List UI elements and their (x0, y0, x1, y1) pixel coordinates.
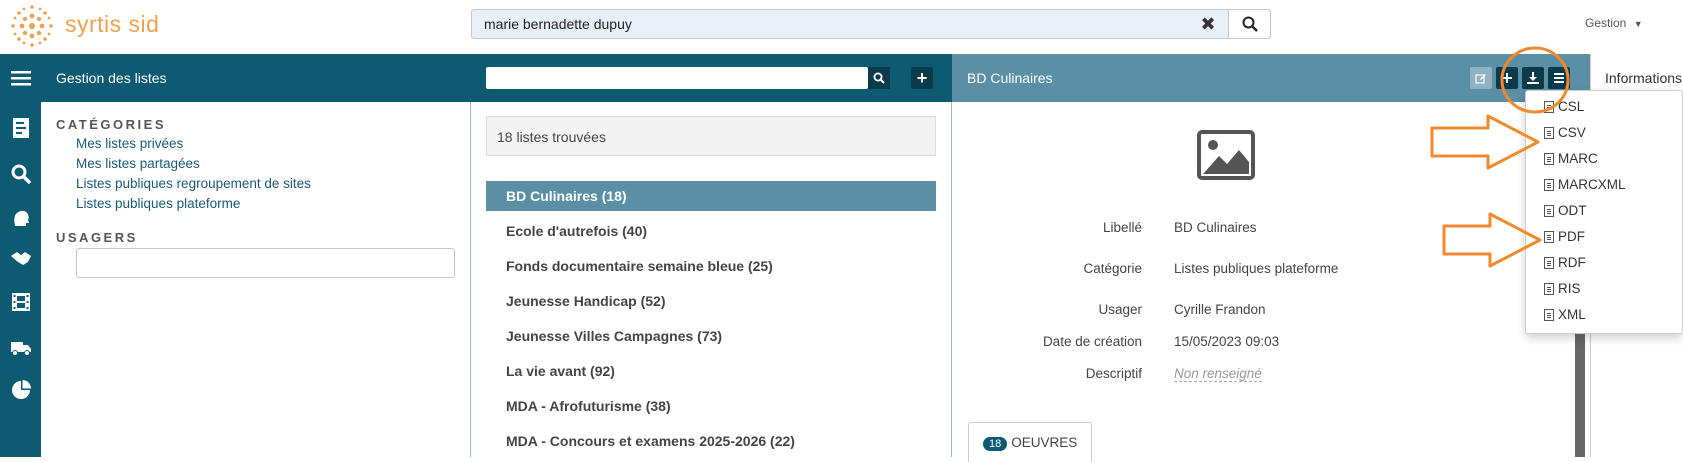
list-item[interactable]: La vie avant (92) (486, 356, 936, 386)
category-link-shared[interactable]: Mes listes partagées (76, 156, 200, 171)
list-search-header: + (471, 54, 952, 102)
syrtis-logo-icon[interactable] (6, 2, 58, 50)
add-list-button[interactable]: + (911, 67, 933, 89)
document-icon (1544, 178, 1554, 191)
export-option-label: CSL (1558, 99, 1585, 114)
left-panel-header: Gestion des listes (41, 54, 471, 102)
category-link-private[interactable]: Mes listes privées (76, 136, 183, 151)
list-icon (1554, 73, 1564, 83)
clear-search-icon[interactable]: ✖ (1188, 10, 1228, 38)
export-option-label: CSV (1558, 125, 1586, 140)
export-format-menu: CSL CSV MARC MARCXML ODT PDF RDF RIS XML (1525, 90, 1683, 334)
export-option-label: MARCXML (1558, 177, 1626, 192)
field-value-descriptif[interactable]: Non renseigné (1174, 366, 1262, 382)
field-value-categorie: Listes publiques plateforme (1174, 261, 1339, 276)
search-button[interactable] (1228, 10, 1270, 38)
truck-icon[interactable] (0, 330, 41, 366)
field-label-libelle: Libellé (1102, 220, 1142, 235)
export-option-label: ODT (1558, 203, 1587, 218)
top-bar: syrtis sid ✖ Gestion ▼ (0, 0, 1683, 54)
hamburger-menu-icon[interactable] (0, 54, 41, 102)
list-item[interactable]: Jeunesse Villes Campagnes (73) (486, 321, 936, 351)
export-option-marcxml[interactable]: MARCXML (1544, 177, 1626, 192)
document-icon (1544, 204, 1554, 217)
search-icon (1242, 16, 1258, 32)
document-icon (1544, 152, 1554, 165)
image-placeholder-icon (1197, 130, 1255, 180)
list-menu-button[interactable] (1548, 67, 1570, 89)
export-option-marc[interactable]: MARC (1544, 151, 1598, 166)
field-label-descriptif: Descriptif (1085, 366, 1142, 381)
detail-panel: Libellé BD Culinaires Catégorie Listes p… (952, 102, 1592, 462)
edit-icon (1475, 74, 1486, 84)
document-icon (1544, 100, 1554, 113)
list-search-input[interactable] (486, 67, 868, 89)
export-option-pdf[interactable]: PDF (1544, 229, 1585, 244)
field-label-usager: Usager (1098, 302, 1142, 317)
results-count: 18 listes trouvées (486, 116, 936, 156)
category-link-site-group[interactable]: Listes publiques regroupement de sites (76, 176, 311, 191)
field-value-date: 15/05/2023 09:03 (1174, 334, 1280, 349)
oeuvres-label: OEUVRES (1011, 435, 1078, 450)
detail-title: BD Culinaires (967, 70, 1053, 86)
export-option-label: MARC (1558, 151, 1598, 166)
usagers-input[interactable] (76, 248, 455, 278)
export-option-label: XML (1558, 307, 1586, 322)
user-head-icon[interactable] (0, 200, 41, 236)
export-option-odt[interactable]: ODT (1544, 203, 1587, 218)
list-item[interactable]: Ecole d'autrefois (40) (486, 216, 936, 246)
export-option-csv[interactable]: CSV (1544, 125, 1586, 140)
list-panel: 18 listes trouvées BD Culinaires (18) Ec… (471, 102, 952, 457)
gestion-label: Gestion (1585, 16, 1627, 30)
export-option-label: RDF (1558, 255, 1586, 270)
logo-text: syrtis sid (65, 11, 160, 37)
pie-chart-icon[interactable] (0, 372, 41, 408)
document-icon (1544, 308, 1554, 321)
plus-icon (1502, 73, 1512, 83)
export-option-label: RIS (1558, 281, 1581, 296)
catalog-icon[interactable] (0, 110, 41, 146)
download-icon (1527, 72, 1539, 84)
export-option-label: PDF (1558, 229, 1585, 244)
tab-oeuvres[interactable]: 18 OEUVRES (968, 422, 1092, 462)
categories-title: CATÉGORIES (56, 117, 166, 132)
export-option-xml[interactable]: XML (1544, 307, 1586, 322)
left-panel: CATÉGORIES Mes listes privées Mes listes… (41, 102, 471, 457)
gestion-menu[interactable]: Gestion ▼ (1585, 16, 1643, 30)
list-item[interactable]: MDA - Concours et examens 2025-2026 (22) (486, 426, 936, 456)
field-value-libelle: BD Culinaires (1174, 220, 1257, 235)
usagers-title: USAGERS (56, 230, 138, 245)
export-option-ris[interactable]: RIS (1544, 281, 1581, 296)
list-item[interactable]: Jeunesse Handicap (52) (486, 286, 936, 316)
field-value-usager: Cyrille Frandon (1174, 302, 1266, 317)
more-button[interactable] (1496, 67, 1518, 89)
detail-header: BD Culinaires (952, 54, 1592, 102)
oeuvres-count-badge: 18 (983, 437, 1008, 451)
list-item[interactable]: Fonds documentaire semaine bleue (25) (486, 251, 936, 281)
category-link-platform[interactable]: Listes publiques plateforme (76, 196, 240, 211)
handshake-icon[interactable] (0, 240, 41, 276)
document-icon (1544, 126, 1554, 139)
document-icon (1544, 230, 1554, 243)
edit-button[interactable] (1470, 67, 1492, 89)
caret-down-icon: ▼ (1633, 19, 1643, 29)
list-search-button[interactable] (868, 67, 890, 89)
global-search: ✖ (471, 9, 1271, 39)
left-panel-title: Gestion des listes (56, 70, 167, 86)
export-option-csl[interactable]: CSL (1544, 99, 1584, 114)
list-item[interactable]: MDA - Afrofuturisme (38) (486, 391, 936, 421)
search-icon (873, 72, 885, 84)
search-sidebar-icon[interactable] (0, 156, 41, 192)
sidebar (0, 54, 41, 457)
document-icon (1544, 256, 1554, 269)
list-item[interactable]: BD Culinaires (18) (486, 181, 936, 211)
global-search-input[interactable] (472, 10, 1188, 38)
download-button[interactable] (1522, 67, 1544, 89)
field-label-categorie: Catégorie (1083, 261, 1142, 276)
detail-scrollbar[interactable] (1575, 325, 1585, 457)
field-label-date: Date de création (1042, 334, 1142, 349)
document-icon (1544, 282, 1554, 295)
film-icon[interactable] (0, 284, 41, 320)
export-option-rdf[interactable]: RDF (1544, 255, 1586, 270)
